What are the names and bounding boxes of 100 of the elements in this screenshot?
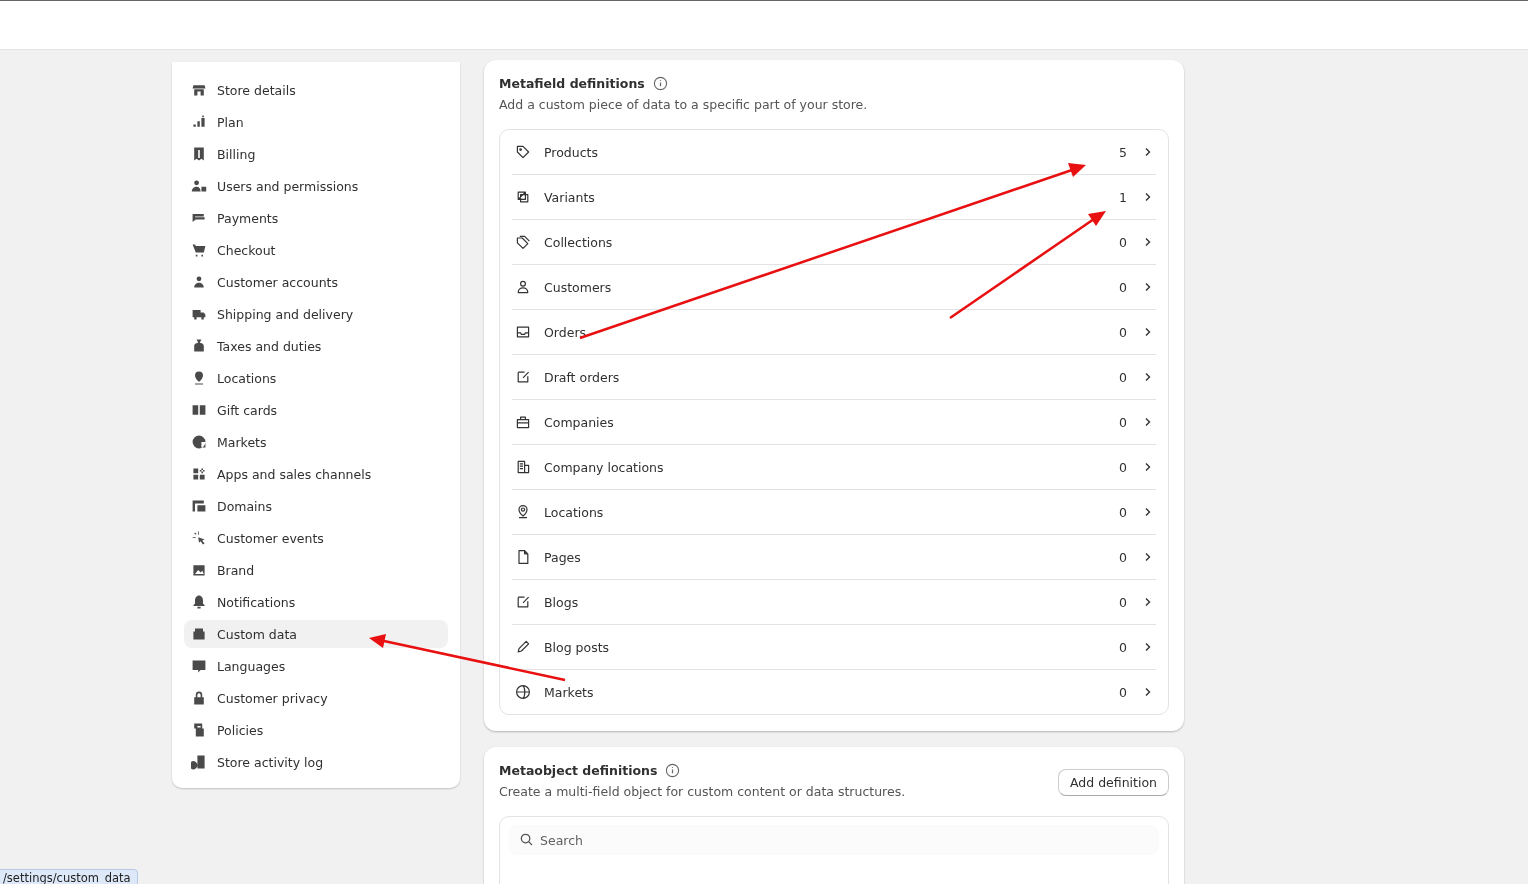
definition-count: 0	[1119, 459, 1127, 475]
chevron-right-icon	[1143, 417, 1153, 427]
sidebar-item[interactable]: Store details	[184, 76, 448, 104]
sidebar-item[interactable]: Apps and sales channels	[184, 460, 448, 488]
tags-icon	[515, 234, 531, 250]
definition-count: 0	[1119, 594, 1127, 610]
page-icon	[515, 549, 531, 565]
chevron-right-icon	[1143, 462, 1153, 472]
cart-icon	[191, 242, 207, 258]
sidebar-item[interactable]: Customer privacy	[184, 684, 448, 712]
chevron-right-icon	[1143, 372, 1153, 382]
metafield-row[interactable]: Collections 0	[512, 220, 1156, 265]
sidebar-item[interactable]: Billing	[184, 140, 448, 168]
row-label: Markets	[544, 684, 595, 700]
row-label: Blogs	[544, 594, 580, 610]
row-label: Pages	[544, 549, 582, 565]
pin-icon	[515, 504, 531, 520]
chevron-right-icon	[1143, 687, 1153, 697]
edit-document-icon	[515, 594, 531, 610]
sidebar-item[interactable]: Shipping and delivery	[184, 300, 448, 328]
edit-document-icon	[515, 369, 531, 385]
metafield-row[interactable]: Orders 0	[512, 310, 1156, 355]
row-label: Collections	[544, 234, 614, 250]
card-title: Metaobject definitions	[499, 763, 658, 778]
sidebar-item[interactable]: Notifications	[184, 588, 448, 616]
definition-count: 0	[1119, 234, 1127, 250]
sidebar-item[interactable]: Payments	[184, 204, 448, 232]
sidebar-item[interactable]: Checkout	[184, 236, 448, 264]
row-label: Blog posts	[544, 639, 611, 655]
sidebar-item[interactable]: Locations	[184, 364, 448, 392]
bell-icon	[191, 594, 207, 610]
sidebar-item[interactable]: Policies	[184, 716, 448, 744]
store-icon	[191, 82, 207, 98]
definition-count: 0	[1119, 279, 1127, 295]
definition-count: 1	[1119, 189, 1127, 205]
apps-icon	[191, 466, 207, 482]
briefcase-icon	[515, 414, 531, 430]
definition-count: 0	[1119, 684, 1127, 700]
definition-count: 0	[1119, 414, 1127, 430]
metafield-row[interactable]: Pages 0	[512, 535, 1156, 580]
row-label: Draft orders	[544, 369, 621, 385]
metafield-row[interactable]: Blog posts 0	[512, 625, 1156, 670]
tag-icon	[515, 144, 531, 160]
metafield-row[interactable]: Locations 0	[512, 490, 1156, 535]
metafield-row[interactable]: Markets 0	[512, 670, 1156, 714]
sidebar-item[interactable]: Domains	[184, 492, 448, 520]
sidebar-item[interactable]: Custom data	[184, 620, 448, 648]
chevron-right-icon	[1143, 237, 1153, 247]
chevron-right-icon	[1143, 192, 1153, 202]
inbox-icon	[515, 324, 531, 340]
row-label: Companies	[544, 414, 615, 430]
search-field[interactable]: Search	[509, 825, 1159, 855]
definition-count: 0	[1119, 369, 1127, 385]
chart-icon	[191, 114, 207, 130]
metafield-row[interactable]: Customers 0	[512, 265, 1156, 310]
row-label: Orders	[544, 324, 588, 340]
sidebar-item[interactable]: Languages	[184, 652, 448, 680]
card-description: Create a multi-field object for custom content or data structures.	[499, 784, 906, 799]
search-icon	[519, 832, 534, 847]
chevron-right-icon	[1143, 282, 1153, 292]
chevron-right-icon	[1143, 147, 1153, 157]
metafield-row[interactable]: Draft orders 0	[512, 355, 1156, 400]
chevron-right-icon	[1143, 552, 1153, 562]
row-label: Customers	[544, 279, 613, 295]
sidebar-item[interactable]: Customer events	[184, 524, 448, 552]
chevron-right-icon	[1143, 642, 1153, 652]
person-icon	[191, 274, 207, 290]
definition-count: 0	[1119, 639, 1127, 655]
metafield-row[interactable]: Blogs 0	[512, 580, 1156, 625]
definition-count: 0	[1119, 504, 1127, 520]
card-title: Metafield definitions	[499, 76, 645, 91]
metafield-row[interactable]: Company locations 0	[512, 445, 1156, 490]
lock-icon	[191, 690, 207, 706]
users-icon	[191, 178, 207, 194]
row-label: Company locations	[544, 459, 665, 475]
row-label: Variants	[544, 189, 596, 205]
person-icon	[515, 279, 531, 295]
sidebar-item[interactable]: Markets	[184, 428, 448, 456]
sidebar-item[interactable]: Users and permissions	[184, 172, 448, 200]
info-icon[interactable]	[665, 763, 681, 778]
chevron-right-icon	[1143, 507, 1153, 517]
sidebar-item[interactable]: Taxes and duties	[184, 332, 448, 360]
sidebar-item[interactable]: Store activity log	[184, 748, 448, 776]
building-icon	[515, 459, 531, 475]
chevron-right-icon	[1143, 327, 1153, 337]
variants-icon	[515, 189, 531, 205]
add-definition-button[interactable]: Add definition	[1058, 769, 1169, 796]
sidebar-item[interactable]: Brand	[184, 556, 448, 584]
sidebar-item[interactable]: Customer accounts	[184, 268, 448, 296]
chevron-right-icon	[1143, 597, 1153, 607]
info-icon[interactable]	[652, 76, 668, 91]
browser-icon	[191, 498, 207, 514]
sidebar-item[interactable]: Plan	[184, 108, 448, 136]
definition-count: 5	[1119, 144, 1127, 160]
box-icon	[191, 626, 207, 642]
metafield-row[interactable]: Companies 0	[512, 400, 1156, 445]
sidebar-item[interactable]: Gift cards	[184, 396, 448, 424]
bag-icon	[191, 338, 207, 354]
row-label: Locations	[544, 504, 605, 520]
cursor-icon	[191, 530, 207, 546]
